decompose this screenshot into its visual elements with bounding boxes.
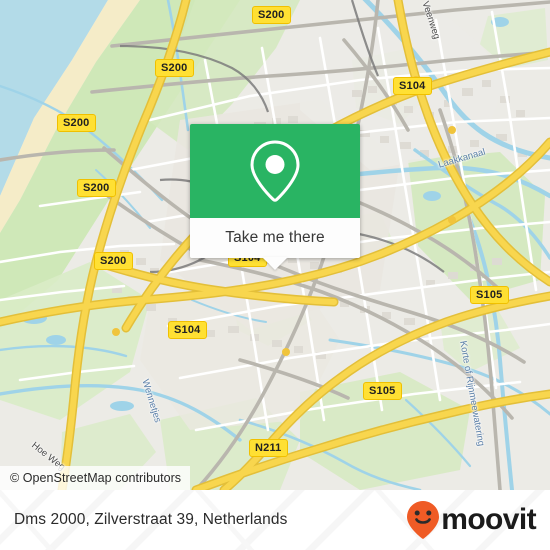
location-pin-icon	[250, 140, 300, 202]
road-shield: S200	[252, 6, 291, 24]
popup-pointer-tail	[262, 257, 288, 270]
moovit-logo[interactable]: moovit	[406, 500, 537, 540]
moovit-wordmark: moovit	[441, 503, 536, 536]
road-shield: S104	[393, 77, 432, 95]
footer-bar: Dms 2000, Zilverstraat 39, Netherlands m…	[0, 490, 550, 550]
road-shield: S200	[77, 179, 116, 197]
popup-header	[190, 124, 360, 218]
map-canvas[interactable]: Laakkanaal Korte of Rijnmeewatering Wennet…	[0, 0, 550, 490]
osm-attribution[interactable]: © OpenStreetMap contributors	[0, 466, 191, 490]
road-shield: S104	[168, 321, 207, 339]
road-shield: N211	[249, 439, 288, 457]
road-shield: S200	[57, 114, 96, 132]
road-shield: S105	[363, 382, 402, 400]
moovit-smiley-pin-icon	[407, 501, 440, 539]
road-shield: S200	[155, 59, 194, 77]
road-shield: S105	[470, 286, 509, 304]
footer-address-text: Dms 2000, Zilverstraat 39, Netherlands	[14, 511, 288, 528]
popup-cta[interactable]: Take me there	[190, 218, 360, 270]
location-popup-card[interactable]: Take me there	[190, 124, 360, 270]
popup-cta-label: Take me there	[225, 229, 325, 246]
map-screenshot: Laakkanaal Korte of Rijnmeewatering Wennet…	[0, 0, 550, 550]
road-shield: S200	[94, 252, 133, 270]
